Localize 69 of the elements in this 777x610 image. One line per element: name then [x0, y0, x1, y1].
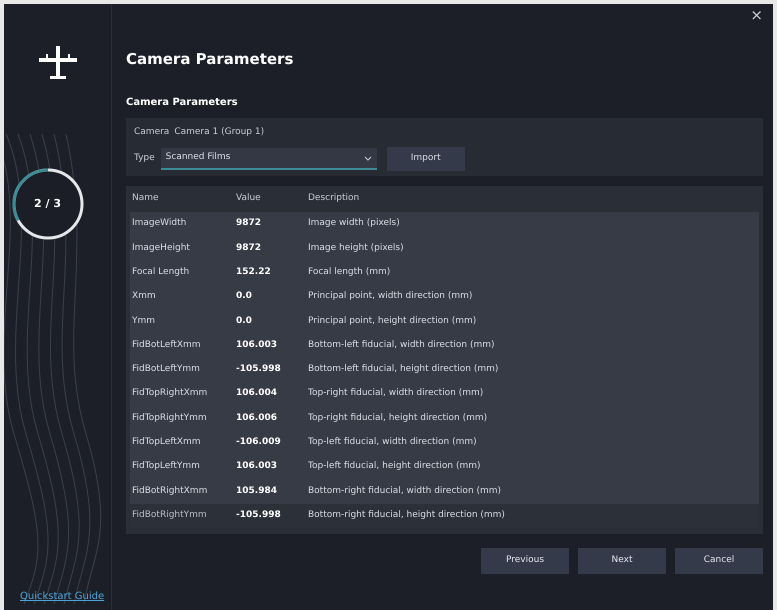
table-cell-text: -106.009 — [235, 436, 282, 450]
table-row[interactable]: FidBotLeftYmm -105.998 Bottom-left fiducial, height direction (mm) — [130, 358, 759, 382]
table-row[interactable]: ImageWidth 9872 Image width (pixels) — [130, 212, 759, 236]
table-cell-text: 106.003 — [235, 338, 278, 352]
table-cell-text: Top-right fiducial, height direction (mm) — [307, 412, 488, 425]
table-cell-text: ImageHeight — [131, 242, 191, 255]
table-row[interactable]: Ymm 0.0 Principal point, height direction (mm) — [130, 309, 759, 334]
table-cell-text: 9872 — [235, 217, 262, 230]
table-cell-text: Focal Length — [131, 266, 190, 279]
table-cell-text: 152.22 — [235, 266, 272, 279]
table-row[interactable]: FidTopRightXmm 106.004 Top-right fiducial, width direction (mm) — [130, 382, 759, 406]
table-cell-text: 0.0 — [235, 290, 253, 304]
table-cell-text: 9872 — [235, 242, 262, 255]
table-cell-text: Image width (pixels) — [307, 217, 400, 230]
column-header: Description — [307, 192, 360, 206]
footer-button[interactable]: Next — [578, 548, 666, 574]
table-row[interactable]: FidBotRightXmm 105.984 Bottom-right fiducial, width direction (mm) — [130, 479, 759, 504]
table-cell-text: FidBotRightYmm — [131, 508, 208, 522]
table-cell-text: Xmm — [131, 290, 157, 304]
table-cell-text: 0.0 — [235, 314, 253, 328]
table-cell-text: Image height (pixels) — [307, 242, 404, 255]
table-cell-text: FidTopRightXmm — [131, 387, 208, 400]
section-title: Camera Parameters — [126, 96, 239, 110]
quickstart-link[interactable]: Quickstart Guide — [20, 589, 104, 604]
table-row[interactable]: FidBotLeftXmm 106.003 Bottom-left fiducial, width direction (mm) — [130, 333, 759, 358]
import-button[interactable]: Import — [386, 147, 465, 171]
table-cell-text: Top-left fiducial, height direction (mm) — [307, 460, 481, 474]
table-cell-text: FidBotRightXmm — [131, 484, 208, 498]
table-cell-text: FidBotLeftXmm — [131, 338, 202, 352]
table-cell-text: Bottom-left fiducial, height direction (mm) — [307, 363, 498, 376]
table-row[interactable]: FidTopRightYmm 106.006 Top-right fiducial, height direction (mm) — [130, 406, 759, 431]
table-cell-text: Principal point, height direction (mm) — [307, 314, 476, 328]
table-cell-text: FidTopRightYmm — [131, 412, 208, 425]
dialog-title: Camera Parameters — [126, 49, 294, 70]
type-dropdown[interactable]: Scanned Films — [160, 148, 377, 170]
footer-button[interactable]: Cancel — [675, 548, 763, 574]
table-cell-text: Top-left fiducial, width direction (mm) — [307, 436, 477, 450]
table-row[interactable]: FidTopLeftYmm 106.003 Top-left fiducial, height direction (mm) — [130, 454, 759, 480]
type-label: Type — [134, 152, 155, 166]
column-header: Name — [131, 192, 160, 206]
camera-value: Camera 1 (Group 1) — [174, 126, 264, 138]
table-cell-text: 105.984 — [235, 484, 278, 498]
table-cell-text: Bottom-left fiducial, width direction (mm) — [307, 338, 494, 352]
table-row[interactable]: Focal Length 152.22 Focal length (mm) — [130, 260, 759, 285]
camera-label: Camera — [134, 126, 170, 138]
progress-label: 2 / 3 — [33, 196, 62, 212]
table-row[interactable]: FidTopLeftXmm -106.009 Top-left fiducial, width direction (mm) — [130, 430, 759, 455]
chevron-down-icon — [364, 156, 372, 160]
table-cell-text: 106.003 — [235, 460, 278, 474]
table-cell-text: -105.998 — [235, 508, 282, 522]
table-row[interactable]: FidBotRightYmm -105.998 Bottom-right fiducial, height direction (mm) — [130, 504, 759, 528]
table-cell-text: 106.004 — [235, 387, 278, 400]
table-cell-text: FidBotLeftYmm — [131, 363, 201, 376]
table-cell-text: Focal length (mm) — [307, 266, 390, 279]
footer-button[interactable]: Previous — [481, 548, 569, 574]
table-row[interactable]: Xmm 0.0 Principal point, width direction (mm) — [130, 284, 759, 310]
table-row[interactable]: ImageHeight 9872 Image height (pixels) — [130, 236, 759, 261]
close-button[interactable]: × — [750, 8, 763, 23]
table-cell-text: Ymm — [131, 314, 156, 328]
table-cell-text: 106.006 — [235, 412, 278, 425]
table-cell-text: Top-right fiducial, width direction (mm) — [307, 387, 484, 400]
table-cell-text: ImageWidth — [131, 217, 188, 230]
table-cell-text: -105.998 — [235, 363, 282, 376]
table-cell-text: FidTopLeftYmm — [131, 460, 201, 474]
table-cell-text: FidTopLeftXmm — [131, 436, 202, 450]
table-cell-text: Bottom-right fiducial, height direction (mm) — [307, 508, 505, 522]
table-cell-text: Principal point, width direction (mm) — [307, 290, 472, 304]
column-header: Value — [235, 192, 262, 206]
table-cell-text: Bottom-right fiducial, width direction (mm) — [307, 484, 502, 498]
